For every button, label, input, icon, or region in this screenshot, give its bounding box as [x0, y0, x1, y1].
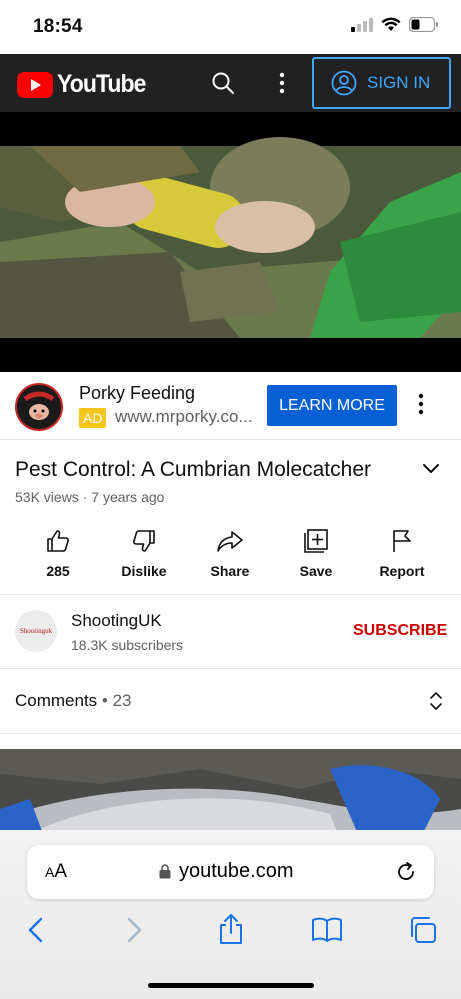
ad-url: www.mrporky.co... — [115, 407, 253, 426]
reader-settings-button[interactable]: AA — [45, 861, 67, 883]
tabs-icon — [411, 917, 436, 943]
video-player[interactable] — [0, 112, 461, 372]
address-bar[interactable]: AA youtube.com — [27, 845, 434, 899]
subscriber-count: 18.3K subscribers — [71, 637, 184, 653]
youtube-logo[interactable]: YouTube — [17, 70, 153, 99]
search-icon — [212, 72, 234, 94]
back-button[interactable] — [26, 916, 46, 949]
video-frame — [0, 112, 461, 372]
dislike-button[interactable]: Dislike — [104, 526, 184, 579]
browser-toolbar: AA youtube.com — [0, 830, 461, 999]
comments-section-header[interactable]: Comments • 23 — [15, 691, 132, 711]
ad-badge: AD — [79, 408, 107, 428]
bookmarks-button[interactable] — [311, 916, 343, 947]
battery-icon — [409, 17, 438, 32]
report-label: Report — [379, 563, 425, 579]
status-bar: 18:54 — [0, 0, 461, 54]
comments-separator: • — [97, 691, 113, 710]
learn-more-button[interactable]: LEARN MORE — [267, 385, 397, 426]
text-size-large: A — [54, 861, 68, 882]
reload-button[interactable] — [394, 860, 418, 889]
advertiser-logo — [15, 383, 63, 431]
share-label: Share — [210, 563, 250, 579]
forward-icon — [127, 917, 142, 943]
next-video-thumbnail[interactable] — [0, 749, 461, 839]
reload-icon — [398, 862, 414, 880]
youtube-header: YouTube SIGN IN — [0, 54, 461, 112]
flag-icon — [393, 530, 411, 552]
ad-more-options-button[interactable] — [415, 392, 427, 421]
video-title[interactable]: Pest Control: A Cumbrian Molecatcher — [15, 458, 371, 482]
like-count: 285 — [46, 563, 70, 579]
channel-avatar[interactable]: Shootinguk — [15, 610, 57, 652]
thumbs-down-icon — [133, 530, 155, 552]
wifi-icon — [381, 17, 401, 31]
divider — [0, 668, 461, 669]
tabs-button[interactable] — [408, 916, 438, 949]
view-count: 53K views — [15, 489, 79, 505]
share-icon — [220, 914, 242, 944]
comments-label: Comments — [15, 691, 98, 710]
share-button[interactable]: Share — [190, 526, 270, 579]
share-page-button[interactable] — [217, 913, 245, 950]
video-meta: 53K views · 7 years ago — [15, 489, 164, 505]
divider — [0, 733, 461, 734]
youtube-play-icon — [17, 71, 53, 98]
url-display[interactable]: youtube.com — [159, 860, 294, 883]
subscribe-button[interactable]: SUBSCRIBE — [353, 622, 447, 640]
save-button[interactable]: Save — [276, 526, 356, 579]
sign-in-label: SIGN IN — [367, 73, 431, 92]
signal-icon — [351, 17, 373, 32]
url-text: youtube.com — [179, 860, 294, 882]
thumbs-up-icon — [47, 530, 69, 552]
more-options-button[interactable] — [276, 71, 288, 100]
share-icon — [217, 531, 243, 552]
more-vertical-icon — [418, 393, 424, 415]
search-button[interactable] — [211, 71, 235, 100]
sign-in-button[interactable]: SIGN IN — [312, 57, 451, 109]
text-size-small: A — [45, 864, 55, 880]
lock-icon — [159, 864, 171, 879]
comments-count: 23 — [112, 691, 132, 710]
add-to-playlist-icon — [304, 529, 328, 553]
brand-name: YouTube — [57, 70, 146, 98]
unfold-icon — [430, 692, 442, 710]
comments-expand-button[interactable] — [428, 690, 444, 717]
video-actions: 285 Dislike Share Save Report — [0, 526, 461, 596]
meta-separator: · — [78, 489, 92, 505]
channel-name[interactable]: ShootingUK — [71, 611, 162, 631]
expand-description-button[interactable] — [421, 462, 441, 481]
next-video-image — [0, 749, 461, 839]
more-vertical-icon — [279, 72, 285, 94]
upload-age: 7 years ago — [91, 489, 165, 505]
like-button[interactable]: 285 — [18, 526, 98, 579]
ad-banner[interactable]: Porky Feeding AD www.mrporky.co... LEARN… — [0, 372, 461, 440]
status-time: 18:54 — [33, 16, 83, 37]
home-indicator[interactable] — [148, 983, 314, 988]
back-icon — [28, 917, 43, 943]
forward-button[interactable] — [124, 916, 144, 949]
account-icon — [331, 70, 357, 96]
bookmarks-icon — [312, 917, 342, 942]
chevron-down-icon — [423, 464, 439, 473]
save-label: Save — [299, 563, 333, 579]
ad-title: Porky Feeding — [79, 383, 196, 403]
dislike-label: Dislike — [121, 563, 167, 579]
advertiser-logo-image — [17, 385, 61, 429]
report-button[interactable]: Report — [362, 526, 442, 579]
divider — [0, 594, 461, 595]
status-icons — [351, 17, 439, 32]
